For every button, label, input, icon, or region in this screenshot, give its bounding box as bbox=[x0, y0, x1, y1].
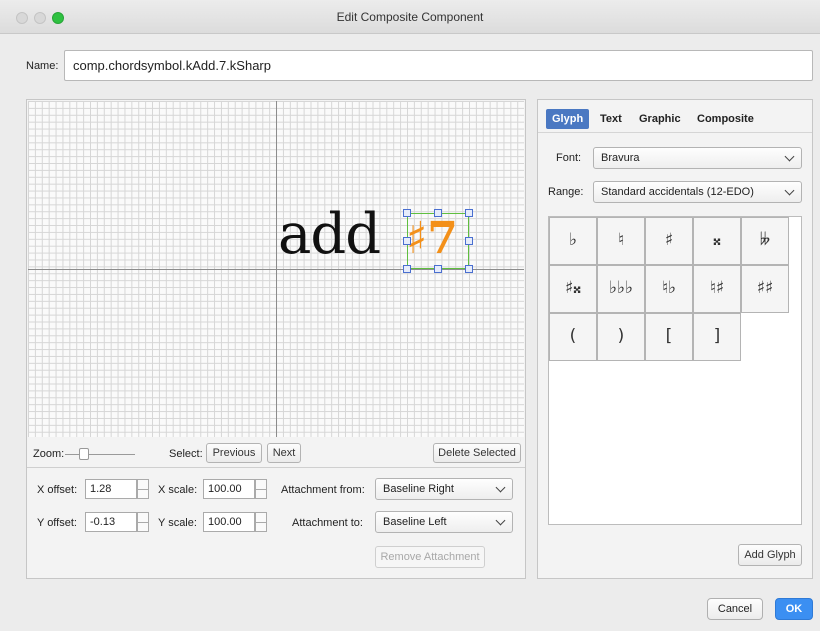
y-offset-field[interactable]: -0.13 bbox=[85, 512, 137, 532]
zoom-label: Zoom: bbox=[33, 448, 65, 460]
glyph-canvas[interactable]: add ♯7 bbox=[28, 101, 524, 437]
delete-selected-button[interactable]: Delete Selected bbox=[433, 443, 521, 463]
tab-graphic[interactable]: Graphic bbox=[633, 109, 687, 129]
font-label: Font: bbox=[556, 152, 582, 164]
previous-button[interactable]: Previous bbox=[206, 443, 262, 463]
attachment-from-value: Baseline Right bbox=[383, 483, 454, 495]
glyph-panel: Glyph Text Graphic Composite Font: Bravu… bbox=[537, 99, 813, 579]
x-scale-label: X scale: bbox=[158, 484, 198, 496]
zoom-slider-track[interactable] bbox=[65, 454, 135, 455]
attachment-from-label: Attachment from: bbox=[281, 484, 365, 496]
name-label: Name: bbox=[26, 60, 59, 72]
font-dropdown[interactable]: Bravura bbox=[593, 147, 802, 169]
y-scale-stepper[interactable] bbox=[255, 512, 267, 532]
add-glyph-button[interactable]: Add Glyph bbox=[738, 544, 802, 566]
remove-attachment-button[interactable]: Remove Attachment bbox=[375, 546, 485, 568]
glyph-cell[interactable]: ♮ bbox=[597, 217, 645, 265]
attachment-from-dropdown[interactable]: Baseline Right bbox=[375, 478, 513, 500]
x-offset-stepper[interactable] bbox=[137, 479, 149, 499]
glyph-cell[interactable]: ] bbox=[693, 313, 741, 361]
x-scale-field[interactable]: 100.00 bbox=[203, 479, 255, 499]
x-offset-field[interactable]: 1.28 bbox=[85, 479, 137, 499]
glyph-cell[interactable]: ♯♯ bbox=[741, 265, 789, 313]
y-offset-label: Y offset: bbox=[37, 517, 77, 529]
select-label: Select: bbox=[169, 448, 203, 460]
chevron-down-icon bbox=[495, 515, 506, 526]
resize-handle[interactable] bbox=[403, 237, 411, 245]
cancel-button[interactable]: Cancel bbox=[707, 598, 763, 620]
resize-handle[interactable] bbox=[403, 265, 411, 273]
y-scale-label: Y scale: bbox=[158, 517, 197, 529]
title-bar: Edit Composite Component bbox=[0, 0, 820, 34]
glyph-cell[interactable]: 𝄪 bbox=[693, 217, 741, 265]
zoom-slider-thumb[interactable] bbox=[79, 448, 89, 460]
tab-text[interactable]: Text bbox=[594, 109, 628, 129]
attachment-to-label: Attachment to: bbox=[292, 517, 363, 529]
resize-handle[interactable] bbox=[434, 265, 442, 273]
resize-handle[interactable] bbox=[403, 209, 411, 217]
y-offset-stepper[interactable] bbox=[137, 512, 149, 532]
canvas-toolbar: Zoom: Select: Previous Next Delete Selec… bbox=[27, 440, 525, 468]
horizontal-axis bbox=[28, 269, 524, 270]
tab-glyph[interactable]: Glyph bbox=[546, 109, 590, 129]
resize-handle[interactable] bbox=[465, 209, 473, 217]
tab-divider bbox=[538, 132, 812, 133]
glyph-cell[interactable]: ) bbox=[597, 313, 645, 361]
x-scale-stepper[interactable] bbox=[255, 479, 267, 499]
chevron-down-icon bbox=[784, 185, 795, 196]
selection-box bbox=[407, 213, 469, 269]
chevron-down-icon bbox=[495, 482, 506, 493]
resize-handle[interactable] bbox=[434, 209, 442, 217]
glyph-grid: ♭ ♮ ♯ 𝄪 𝄫 ♯𝄪 ♭♭♭ ♮♭ ♮♯ ♯♯ ( ) [ ] bbox=[548, 216, 802, 525]
resize-handle[interactable] bbox=[465, 237, 473, 245]
y-scale-field[interactable]: 100.00 bbox=[203, 512, 255, 532]
range-dropdown[interactable]: Standard accidentals (12-EDO) bbox=[593, 181, 802, 203]
resize-handle[interactable] bbox=[465, 265, 473, 273]
attachment-to-dropdown[interactable]: Baseline Left bbox=[375, 511, 513, 533]
chevron-down-icon bbox=[784, 151, 795, 162]
range-label: Range: bbox=[548, 186, 584, 198]
canvas-panel: add ♯7 Zoom: Select: Previous Next Delet… bbox=[26, 99, 526, 579]
glyph-cell[interactable]: ♭♭♭ bbox=[597, 265, 645, 313]
glyph-cell[interactable]: ♯ bbox=[645, 217, 693, 265]
window-title: Edit Composite Component bbox=[336, 10, 484, 24]
attachment-to-value: Baseline Left bbox=[383, 516, 447, 528]
range-value: Standard accidentals (12-EDO) bbox=[601, 186, 754, 198]
next-button[interactable]: Next bbox=[267, 443, 301, 463]
glyph-cell[interactable]: ♯𝄪 bbox=[549, 265, 597, 313]
glyph-cell[interactable]: ♮♭ bbox=[645, 265, 693, 313]
ok-button[interactable]: OK bbox=[775, 598, 813, 620]
tab-composite[interactable]: Composite bbox=[691, 109, 760, 129]
glyph-cell[interactable]: ♮♯ bbox=[693, 265, 741, 313]
glyph-cell[interactable]: 𝄫 bbox=[741, 217, 789, 265]
glyph-cell[interactable]: ( bbox=[549, 313, 597, 361]
x-offset-label: X offset: bbox=[37, 484, 78, 496]
canvas-text[interactable]: add bbox=[278, 205, 381, 265]
name-input[interactable]: comp.chordsymbol.kAdd.7.kSharp bbox=[64, 50, 813, 81]
font-value: Bravura bbox=[601, 152, 640, 164]
glyph-cell[interactable]: ♭ bbox=[549, 217, 597, 265]
glyph-cell[interactable]: [ bbox=[645, 313, 693, 361]
